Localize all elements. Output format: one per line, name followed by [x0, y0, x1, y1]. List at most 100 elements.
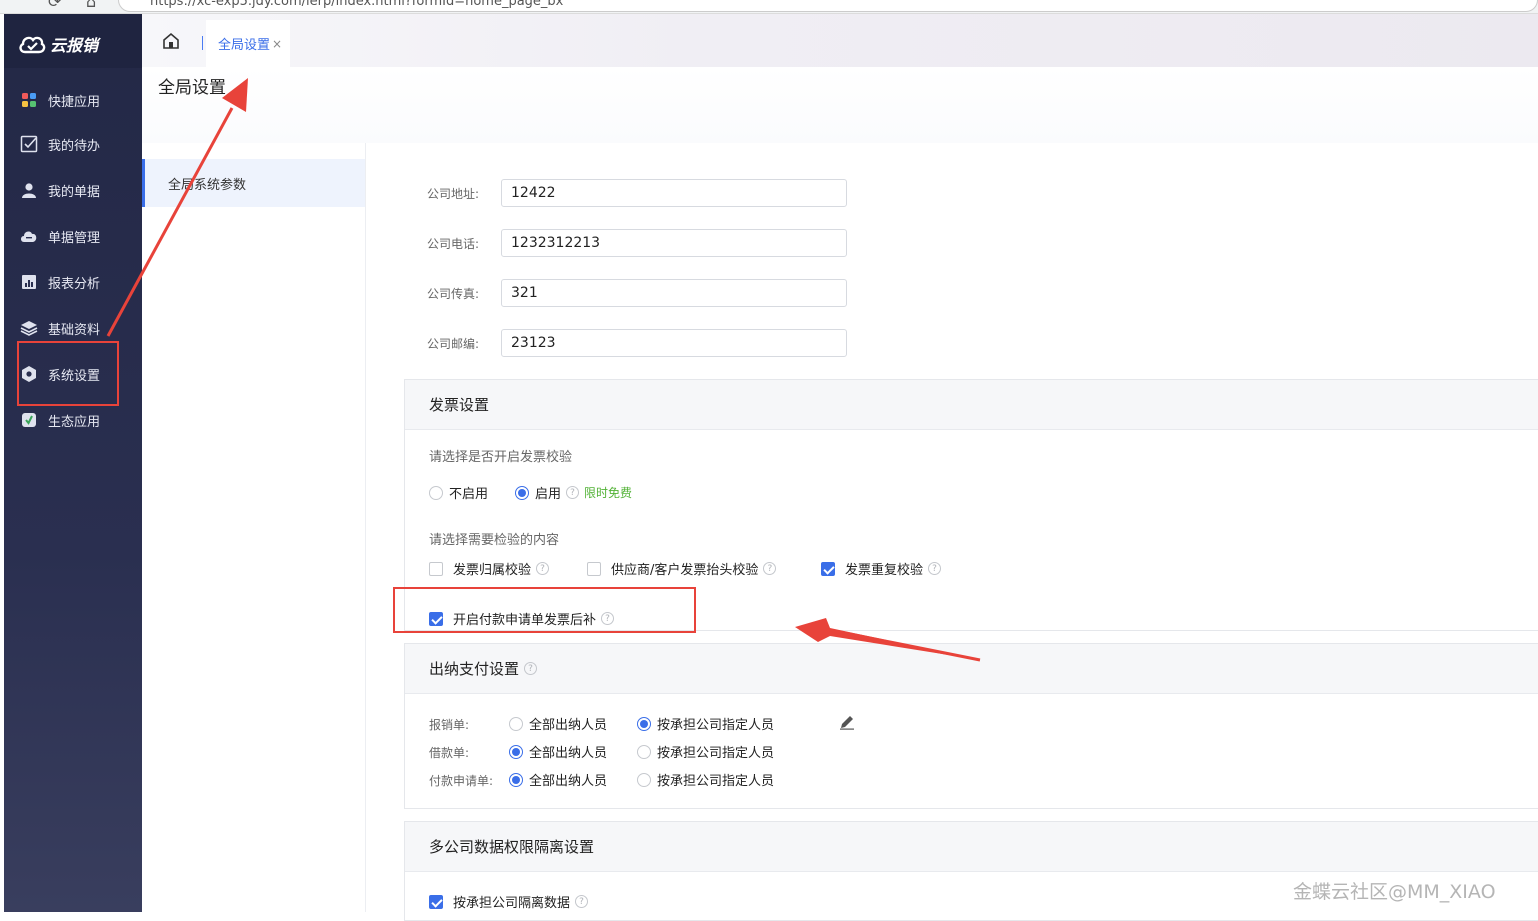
app-name: 云报销 — [50, 36, 99, 55]
invoice-ownership-check-option[interactable]: 发票归属校验 ? — [429, 559, 550, 578]
invoice-verify-off-option[interactable]: 不启用 — [429, 483, 488, 502]
option-label: 启用 — [535, 487, 562, 502]
company-address-input[interactable]: 12422 — [501, 179, 847, 207]
radio-unselected[interactable] — [509, 716, 523, 731]
annotation-box-system-settings — [17, 341, 119, 406]
cashier-row-expense-assigned-option[interactable]: 按承担公司指定人员 — [637, 714, 774, 733]
company-phone-input[interactable]: 1232312213 — [501, 229, 847, 257]
company-zip-label: 公司邮编: — [427, 336, 480, 351]
cashier-row-loan-all-option[interactable]: 全部出纳人员 — [509, 742, 607, 761]
sidebar-item-quick-apps[interactable]: 快捷应用 — [4, 80, 142, 120]
invoice-content-question: 请选择需要检验的内容 — [429, 533, 560, 548]
company-fax-label: 公司传真: — [427, 286, 480, 301]
cashier-settings-panel: 出纳支付设置 ? 报销单: 全部出纳人员 按承担公司指定人员 借款单: 全部出纳… — [404, 643, 1538, 809]
multi-company-panel: 多公司数据权限隔离设置 按承担公司隔离数据 ? — [404, 821, 1538, 921]
sidebar-item-label: 报表分析 — [48, 276, 101, 292]
radio-selected[interactable] — [637, 716, 651, 731]
checkbox-todo-icon — [20, 135, 38, 153]
tab-global-settings[interactable]: 全局设置 × — [206, 20, 290, 67]
option-label: 按承担公司指定人员 — [657, 746, 775, 761]
cashier-row-payment-assigned-option[interactable]: 按承担公司指定人员 — [637, 770, 774, 789]
user-icon — [20, 181, 38, 199]
cashier-row-label: 借款单: — [429, 746, 470, 760]
settings-subnav: 全局系统参数 — [142, 143, 366, 912]
invoice-settings-title-text: 发票设置 — [429, 396, 490, 414]
cloud-logo-icon — [19, 36, 46, 54]
option-label: 按承担公司指定人员 — [657, 774, 775, 789]
tab-bar: 全局设置 × — [142, 14, 1538, 67]
invoice-verify-on-option[interactable]: 启用 ? 限时免费 — [515, 483, 632, 502]
multi-company-title-text: 多公司数据权限隔离设置 — [429, 838, 595, 856]
checkbox-checked[interactable] — [821, 561, 835, 576]
invoice-title-check-option[interactable]: 供应商/客户发票抬头校验 ? — [587, 559, 777, 578]
edit-pencil-icon[interactable] — [839, 714, 855, 730]
help-icon[interactable]: ? — [566, 486, 580, 499]
tab-close-icon[interactable]: × — [272, 37, 282, 51]
sidebar-item-my-docs[interactable]: 我的单据 — [4, 170, 142, 210]
cashier-settings-title-text: 出纳支付设置 — [429, 660, 520, 678]
option-label: 按承担公司指定人员 — [657, 718, 775, 733]
cashier-row-payment-all-option[interactable]: 全部出纳人员 — [509, 770, 607, 789]
page-header: 全局设置 — [142, 67, 1538, 143]
cashier-row-expense-all-option[interactable]: 全部出纳人员 — [509, 714, 607, 733]
reload-icon[interactable]: ⟳ — [48, 0, 61, 11]
multi-company-title: 多公司数据权限隔离设置 — [405, 822, 1538, 872]
company-fax-input[interactable]: 321 — [501, 279, 847, 307]
layers-icon — [20, 319, 38, 337]
cashier-row-loan-assigned-option[interactable]: 按承担公司指定人员 — [637, 742, 774, 761]
subnav-item-global-params[interactable]: 全局系统参数 — [142, 159, 365, 207]
checkbox-checked[interactable] — [429, 894, 443, 909]
company-address-label: 公司地址: — [427, 186, 480, 201]
cashier-settings-title: 出纳支付设置 ? — [405, 644, 1538, 694]
help-icon[interactable]: ? — [763, 562, 777, 575]
help-icon[interactable]: ? — [524, 662, 538, 675]
sidebar-item-reports[interactable]: 报表分析 — [4, 262, 142, 302]
help-icon[interactable]: ? — [575, 895, 589, 908]
promo-badge: 限时免费 — [584, 486, 633, 500]
option-label: 全部出纳人员 — [529, 718, 608, 733]
checkbox-unchecked[interactable] — [429, 561, 443, 576]
sidebar-item-label: 基础资料 — [48, 322, 101, 338]
option-label: 发票重复校验 — [845, 563, 924, 578]
page-title: 全局设置 — [158, 78, 226, 98]
option-label: 按承担公司隔离数据 — [453, 896, 571, 911]
sidebar-item-label: 快捷应用 — [48, 94, 101, 110]
sidebar-item-ecosystem[interactable]: 生态应用 — [4, 400, 142, 440]
tab-label: 全局设置 — [218, 38, 271, 53]
sidebar-item-doc-management[interactable]: 单据管理 — [4, 216, 142, 256]
option-label: 全部出纳人员 — [529, 774, 608, 789]
invoice-settings-title: 发票设置 — [405, 380, 1538, 430]
tab-separator — [202, 36, 203, 50]
option-label: 供应商/客户发票抬头校验 — [611, 563, 759, 578]
browser-address-bar: ⟳ ⌂ https://xc-exp5.jdy.com/ierp/index.h… — [0, 0, 1538, 14]
app-logo[interactable]: 云报销 — [18, 30, 98, 58]
sidebar-item-todo[interactable]: 我的待办 — [4, 124, 142, 164]
radio-on-selected[interactable] — [515, 485, 529, 500]
cashier-row-label: 付款申请单: — [429, 774, 494, 788]
radio-selected[interactable] — [509, 772, 523, 787]
checkbox-unchecked[interactable] — [587, 561, 601, 576]
company-zip-input[interactable]: 23123 — [501, 329, 847, 357]
radio-off[interactable] — [429, 485, 443, 500]
radio-selected[interactable] — [509, 744, 523, 759]
isolate-by-company-option[interactable]: 按承担公司隔离数据 ? — [429, 892, 589, 911]
home-icon[interactable]: ⌂ — [86, 0, 96, 11]
home-tab-icon[interactable] — [162, 32, 184, 52]
cloud-docs-icon — [20, 227, 38, 245]
settings-content: 公司地址: 12422 公司电话: 1232312213 公司传真: 321 公… — [367, 143, 1538, 921]
help-icon[interactable]: ? — [536, 562, 550, 575]
sidebar-item-label: 单据管理 — [48, 230, 101, 246]
radio-unselected[interactable] — [637, 772, 651, 787]
report-chart-icon — [20, 273, 38, 291]
sidebar-item-label: 我的待办 — [48, 138, 101, 154]
option-label: 不启用 — [449, 487, 489, 502]
subnav-item-label: 全局系统参数 — [168, 177, 247, 193]
radio-unselected[interactable] — [637, 744, 651, 759]
leaf-app-icon — [20, 411, 38, 429]
company-address-row: 公司地址: 12422 — [427, 179, 847, 207]
help-icon[interactable]: ? — [928, 562, 942, 575]
sidebar-item-label: 生态应用 — [48, 414, 101, 430]
invoice-duplicate-check-option[interactable]: 发票重复校验 ? — [821, 559, 942, 578]
company-phone-row: 公司电话: 1232312213 — [427, 229, 847, 257]
option-label: 全部出纳人员 — [529, 746, 608, 761]
